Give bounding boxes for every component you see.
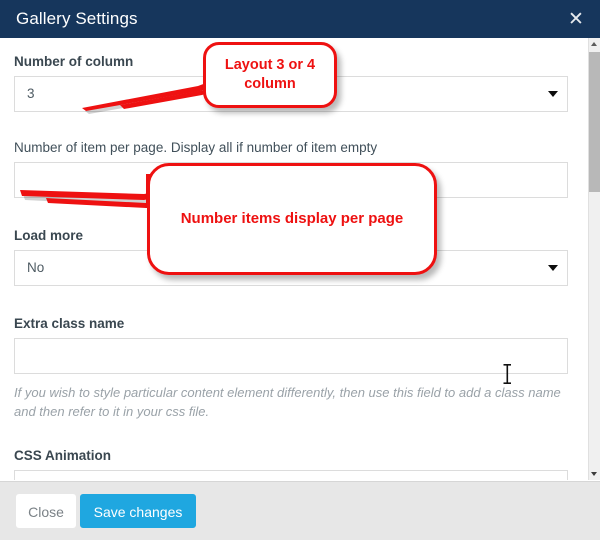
annotation-callout-items-per-page-text: Number items display per page — [180, 210, 404, 227]
close-button[interactable]: Close — [16, 494, 76, 528]
helper-text-extra-class-name: If you wish to style particular content … — [14, 385, 561, 419]
scrollbar-thumb[interactable] — [589, 52, 600, 192]
close-icon[interactable]: ✕ — [565, 8, 587, 30]
chevron-down-icon — [548, 265, 558, 271]
field-css-animation: CSS Animation — [14, 448, 568, 480]
select-number-of-column-value: 3 — [27, 86, 35, 101]
save-changes-button[interactable]: Save changes — [80, 494, 196, 528]
vertical-scrollbar[interactable] — [588, 38, 600, 480]
annotation-callout-layout-text: Layout 3 or 4 column — [224, 57, 316, 92]
input-extra-class-name[interactable] — [14, 338, 568, 374]
gallery-settings-modal: Gallery Settings ✕ Number of column 3 Nu… — [0, 0, 600, 540]
select-css-animation[interactable] — [14, 470, 568, 480]
page-title: Gallery Settings — [16, 9, 138, 28]
field-extra-class-name: Extra class name If you wish to style pa… — [14, 316, 568, 421]
label-css-animation: CSS Animation — [14, 448, 112, 463]
annotation-callout-items-per-page: Number items display per page — [147, 163, 437, 275]
label-extra-class-name: Extra class name — [14, 316, 125, 331]
modal-header: Gallery Settings ✕ — [0, 0, 600, 38]
chevron-down-icon — [548, 91, 558, 97]
scroll-up-arrow-icon[interactable] — [589, 38, 600, 50]
text-ibeam-cursor — [503, 364, 511, 384]
select-load-more-value: No — [27, 260, 45, 275]
scroll-down-arrow-icon[interactable] — [589, 468, 600, 480]
label-number-of-item-per-page: Number of item per page. Display all if … — [14, 140, 378, 155]
modal-footer: Close Save changes — [0, 481, 600, 540]
annotation-callout-layout: Layout 3 or 4 column — [203, 42, 337, 108]
